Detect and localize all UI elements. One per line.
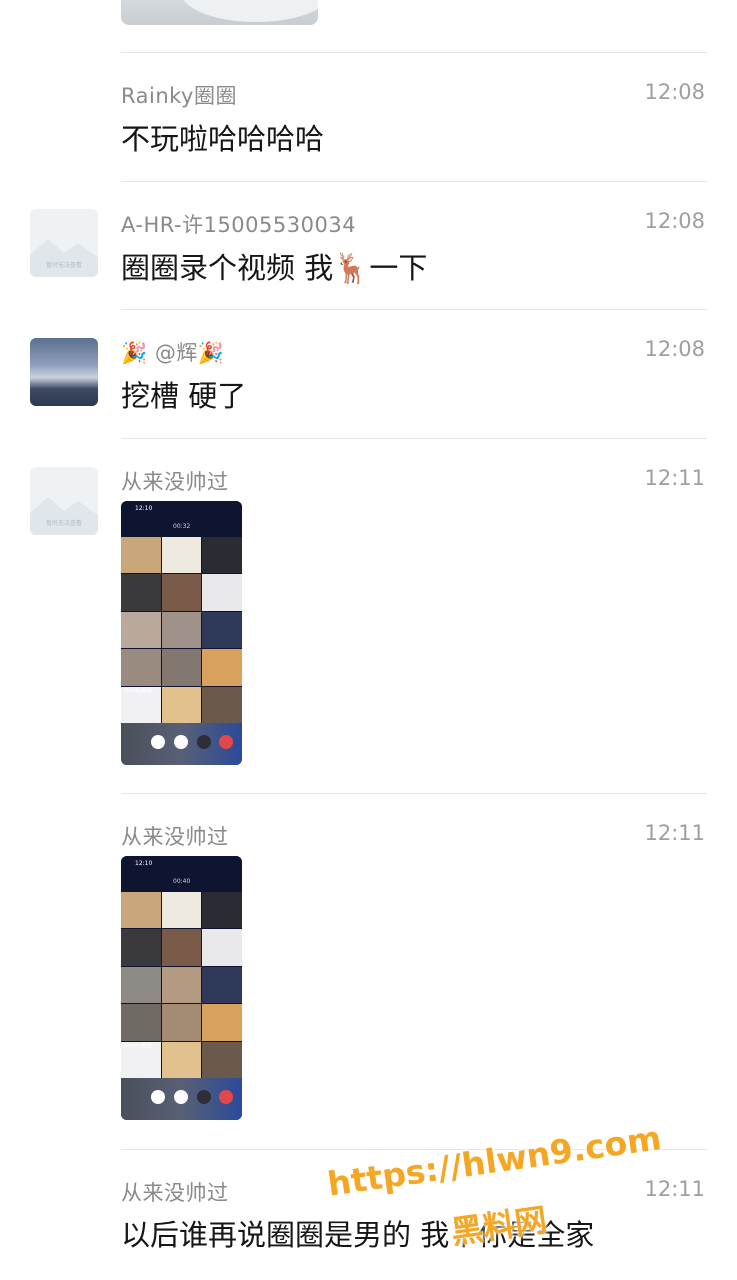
divider xyxy=(121,52,707,53)
message-time: 12:08 xyxy=(644,209,705,233)
status-time: 12:10 xyxy=(135,860,153,867)
sender-name: 从来没帅过 xyxy=(121,1181,229,1205)
divider xyxy=(121,438,707,439)
image-thumbnail-partial[interactable] xyxy=(121,0,318,25)
call-header: 12:10 00:40 xyxy=(121,856,242,892)
divider xyxy=(121,181,707,182)
sender-name: 从来没帅过 xyxy=(121,825,229,849)
message-time: 12:08 xyxy=(644,80,705,104)
video-grid xyxy=(121,892,242,1078)
image-message[interactable]: 12:10 00:32 Rainky圈圈 xyxy=(121,501,242,765)
call-controls xyxy=(121,1078,242,1120)
image-placeholder-icon: 暂时无法查看 xyxy=(30,467,98,535)
sender-name: A-HR-许15005530034 xyxy=(121,213,357,237)
call-time: 00:40 xyxy=(173,878,191,885)
overlay-name: Rainky圈圈 xyxy=(125,688,152,694)
avatar[interactable]: 暂时无法查看 xyxy=(30,209,98,277)
message-time: 12:11 xyxy=(644,466,705,490)
avatar[interactable] xyxy=(30,338,98,406)
call-header: 12:10 00:32 xyxy=(121,501,242,537)
sender-name: 从来没帅过 xyxy=(121,470,229,494)
sender-name: Rainky圈圈 xyxy=(121,84,237,108)
call-time: 00:32 xyxy=(173,523,191,530)
message-text: 挖槽 硬了 xyxy=(121,379,247,413)
image-message[interactable]: 12:10 00:40 Rainky圈圈 xyxy=(121,856,242,1120)
status-time: 12:10 xyxy=(135,505,153,512)
sender-name: 🎉 @辉🎉 xyxy=(121,341,225,365)
image-placeholder-icon: 暂时无法查看 xyxy=(30,209,98,277)
message-time: 12:11 xyxy=(644,1177,705,1201)
watermark-url: https://hlwn9.com xyxy=(325,1118,664,1204)
message-time: 12:11 xyxy=(644,821,705,845)
avatar-caption: 暂时无法查看 xyxy=(46,519,82,527)
avatar-caption: 暂时无法查看 xyxy=(46,261,82,269)
message-text: 不玩啦哈哈哈哈 xyxy=(121,122,325,156)
message-time: 12:08 xyxy=(644,337,705,361)
avatar[interactable]: 暂时无法查看 xyxy=(30,467,98,535)
message-text: 圈圈录个视频 我🦌一下 xyxy=(121,251,428,285)
divider xyxy=(121,309,707,310)
divider xyxy=(121,793,707,794)
video-grid xyxy=(121,537,242,723)
call-controls xyxy=(121,723,242,765)
overlay-name: Rainky圈圈 xyxy=(125,1043,152,1049)
